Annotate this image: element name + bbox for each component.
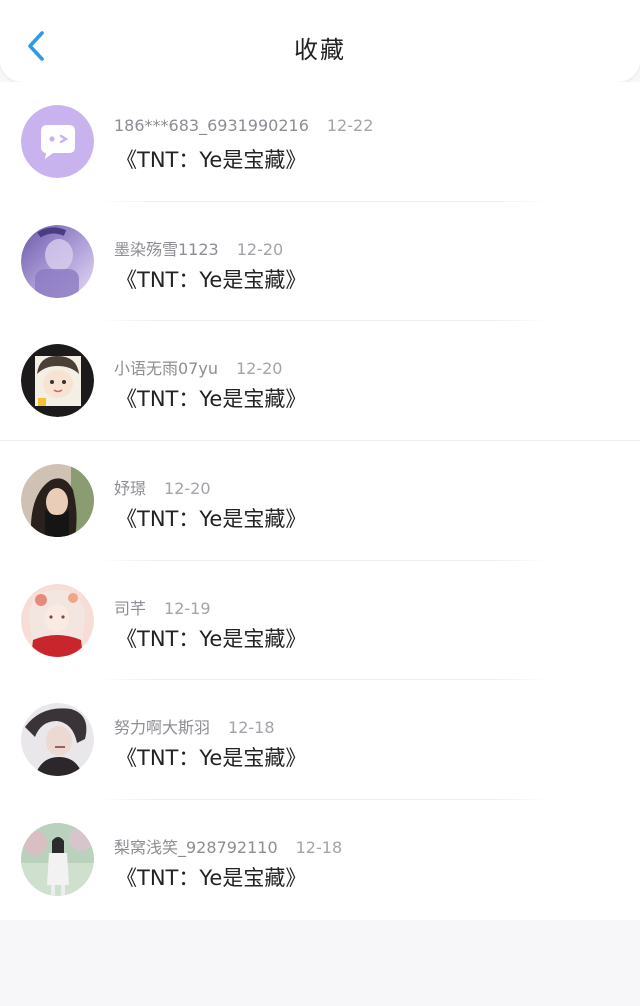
- item-meta: 小语无雨07yu 12-20: [114, 355, 283, 379]
- date: 12-18: [228, 718, 275, 738]
- avatar[interactable]: [21, 105, 94, 178]
- list-item[interactable]: 186***683_6931990216 12-22 《TNT：Ye是宝藏》: [0, 82, 640, 202]
- username[interactable]: 梨窝浅笑_928792110: [114, 838, 278, 857]
- item-meta: 墨染殇雪1123 12-20: [114, 236, 284, 259]
- list-item[interactable]: 妤璟 12-20 《TNT：Ye是宝藏》: [0, 441, 640, 561]
- item-text[interactable]: 《TNT：Ye是宝藏》: [116, 862, 306, 892]
- date: 12-20: [164, 479, 211, 499]
- date: 12-19: [164, 598, 211, 618]
- item-text[interactable]: 《TNT：Ye是宝藏》: [116, 144, 306, 174]
- username[interactable]: 186***683_6931990216: [114, 116, 309, 135]
- username[interactable]: 小语无雨07yu: [114, 359, 218, 378]
- username[interactable]: 墨染殇雪1123: [114, 240, 219, 259]
- item-meta: 妤璟 12-20: [114, 475, 211, 499]
- top-bar: 收藏: [0, 0, 640, 82]
- list-item[interactable]: 梨窝浅笑_928792110 12-18 《TNT：Ye是宝藏》: [0, 800, 640, 920]
- username[interactable]: 司芊: [114, 599, 146, 618]
- username[interactable]: 努力啊大斯羽: [114, 718, 210, 737]
- item-meta: 司芊 12-19: [114, 595, 211, 618]
- item-meta: 努力啊大斯羽 12-18: [114, 714, 275, 738]
- date: 12-22: [326, 116, 374, 135]
- date: 12-18: [295, 838, 343, 858]
- favorites-list: 186***683_6931990216 12-22 《TNT：Ye是宝藏》 墨…: [0, 82, 640, 920]
- avatar[interactable]: [21, 344, 94, 418]
- item-meta: 梨窝浅笑_928792110 12-18: [114, 834, 343, 858]
- username[interactable]: 妤璟: [114, 479, 146, 498]
- date: 12-20: [236, 239, 284, 259]
- avatar[interactable]: [21, 823, 94, 897]
- item-text[interactable]: 《TNT：Ye是宝藏》: [116, 503, 306, 533]
- item-text[interactable]: 《TNT：Ye是宝藏》: [116, 623, 306, 653]
- date: 12-20: [235, 359, 283, 379]
- list-item[interactable]: 墨染殇雪1123 12-20 《TNT：Ye是宝藏》: [0, 202, 640, 322]
- item-text[interactable]: 《TNT：Ye是宝藏》: [116, 742, 306, 772]
- avatar[interactable]: [21, 224, 94, 298]
- item-meta: 186***683_6931990216 12-22: [114, 116, 373, 138]
- list-item[interactable]: 司芊 12-19 《TNT：Ye是宝藏》: [0, 561, 640, 681]
- item-text[interactable]: 《TNT：Ye是宝藏》: [116, 383, 306, 413]
- favorites-page: 收藏 186***683_6931990216 12-22 《TNT：Ye是宝藏》: [0, 0, 640, 1006]
- avatar[interactable]: [21, 464, 94, 538]
- page-title: 收藏: [294, 36, 346, 64]
- avatar[interactable]: [21, 583, 94, 657]
- list-item[interactable]: 小语无雨07yu 12-20 《TNT：Ye是宝藏》: [0, 321, 640, 442]
- list-item[interactable]: 努力啊大斯羽 12-18 《TNT：Ye是宝藏》: [0, 680, 640, 801]
- avatar[interactable]: [21, 703, 94, 777]
- item-text[interactable]: 《TNT：Ye是宝藏》: [116, 264, 306, 294]
